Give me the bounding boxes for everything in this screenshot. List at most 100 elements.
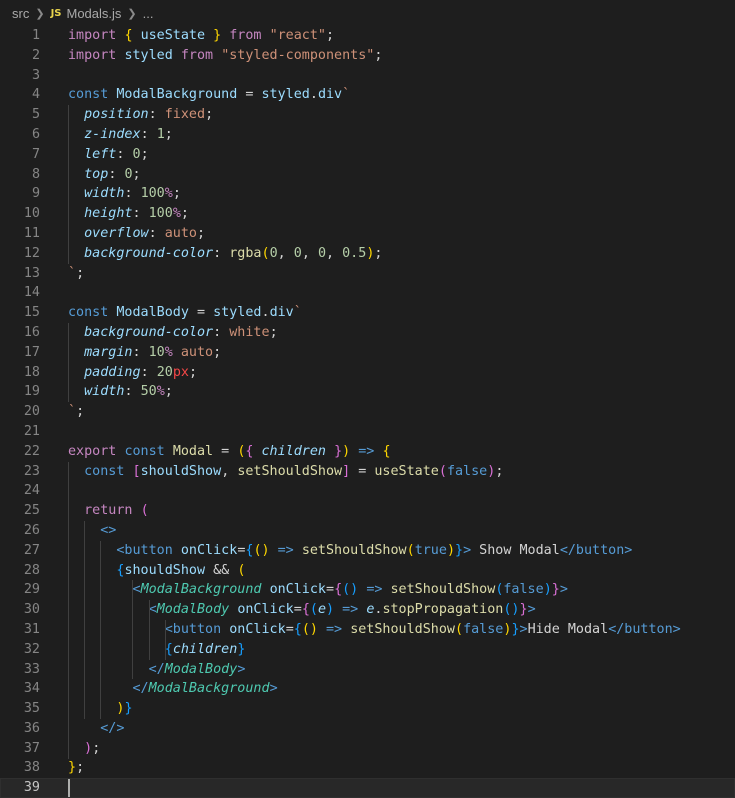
code-line[interactable]: 11 overflow: auto;: [0, 224, 735, 244]
code-line[interactable]: 38};: [0, 758, 735, 778]
code-line[interactable]: 25 return (: [0, 501, 735, 521]
code-token: export: [68, 443, 117, 459]
code-line[interactable]: 18 padding: 20px;: [0, 363, 735, 383]
code-token: ;: [269, 324, 278, 340]
code-line[interactable]: 34 </ModalBackground>: [0, 679, 735, 699]
code-token: Modal: [172, 443, 214, 459]
line-number: 18: [23, 364, 40, 380]
code-text: const [shouldShow, setShouldShow] = useS…: [68, 462, 503, 482]
code-line[interactable]: 1 import { useState } from "react";: [0, 26, 735, 46]
code-token: =: [285, 621, 294, 637]
code-token: 0.5: [342, 245, 367, 261]
code-line[interactable]: 36 </>: [0, 719, 735, 739]
code-line[interactable]: 26 <>: [0, 521, 735, 541]
javascript-file-icon: JS: [50, 7, 62, 19]
code-token: top: [84, 166, 109, 182]
code-line[interactable]: 9 width: 100%;: [0, 184, 735, 204]
code-line[interactable]: 30 <ModalBody onClick={(e) => e.stopProp…: [0, 600, 735, 620]
code-token: setShouldShow: [350, 621, 455, 637]
code-token: shouldShow: [140, 463, 222, 479]
code-line[interactable]: 23 const [shouldShow, setShouldShow] = u…: [0, 462, 735, 482]
code-line[interactable]: 6 z-index: 1;: [0, 125, 735, 145]
indent-guide: [84, 521, 86, 719]
code-token: const: [124, 443, 165, 459]
code-token: :: [148, 107, 165, 123]
code-line[interactable]: 8 top: 0;: [0, 165, 735, 185]
code-line[interactable]: 29 <ModalBackground onClick={() => setSh…: [0, 580, 735, 600]
code-line[interactable]: 14: [0, 283, 735, 303]
code-token: ): [446, 542, 455, 558]
code-token: Show Modal: [471, 542, 560, 558]
code-token: </: [132, 681, 149, 697]
code-token: ): [342, 443, 351, 459]
code-token: ,: [326, 245, 343, 261]
code-token: }: [124, 701, 133, 717]
code-token: height: [84, 206, 133, 222]
line-number: 16: [23, 324, 40, 340]
code-line[interactable]: 17 margin: 10% auto;: [0, 343, 735, 363]
code-line[interactable]: 28 {shouldShow && (: [0, 561, 735, 581]
code-line[interactable]: 32 {children}: [0, 640, 735, 660]
code-line[interactable]: 3: [0, 66, 735, 86]
code-token: `: [68, 404, 77, 420]
code-line[interactable]: 4 const ModalBackground = styled.div`: [0, 85, 735, 105]
code-token: return: [84, 503, 133, 519]
code-token: >: [527, 602, 536, 618]
code-line[interactable]: 21: [0, 422, 735, 442]
code-token: "react": [269, 28, 326, 43]
line-number: 3: [31, 67, 40, 83]
indent-guide: [100, 540, 102, 719]
code-line[interactable]: 37 );: [0, 739, 735, 759]
code-token: (): [342, 582, 359, 598]
code-token: %: [172, 206, 181, 222]
code-line[interactable]: 10 height: 100%;: [0, 204, 735, 224]
line-number: 26: [23, 522, 40, 538]
code-line[interactable]: 19 width: 50%;: [0, 382, 735, 402]
code-line[interactable]: 35 )}: [0, 699, 735, 719]
code-line[interactable]: 20 `;: [0, 402, 735, 422]
code-text: <button onClick={() => setShouldShow(fal…: [68, 620, 681, 640]
code-token: .: [309, 87, 318, 103]
code-token: {: [334, 582, 343, 598]
code-token: }: [511, 621, 520, 637]
code-token: ;: [164, 126, 173, 142]
code-token: :: [124, 384, 141, 400]
code-token: }: [68, 760, 77, 776]
code-line[interactable]: 12 background-color: rgba(0, 0, 0, 0.5);: [0, 244, 735, 264]
code-line[interactable]: 27 <button onClick={() => setShouldShow(…: [0, 541, 735, 561]
indent-guide: [68, 461, 69, 759]
code-text: margin: 10% auto;: [68, 343, 221, 363]
breadcrumb-more[interactable]: ...: [143, 6, 154, 21]
code-token: styled: [261, 87, 310, 103]
code-line[interactable]: 5 position: fixed;: [0, 105, 735, 125]
breadcrumb-folder[interactable]: src: [12, 6, 29, 21]
indent-guide: [132, 580, 134, 680]
code-token: ModalBackground: [140, 582, 262, 598]
code-line[interactable]: 31 <button onClick={() => setShouldShow(…: [0, 620, 735, 640]
line-number: 7: [31, 146, 40, 162]
code-line[interactable]: 7 left: 0;: [0, 145, 735, 165]
code-line[interactable]: 39: [0, 778, 735, 798]
code-line[interactable]: 2 import styled from "styled-components";: [0, 46, 735, 66]
code-token: &&: [205, 562, 238, 578]
code-line[interactable]: 15 const ModalBody = styled.div`: [0, 303, 735, 323]
code-line[interactable]: 24: [0, 481, 735, 501]
code-token: }: [455, 542, 464, 558]
code-token: =: [237, 87, 262, 103]
code-line[interactable]: 22 export const Modal = ({ children }) =>…: [0, 442, 735, 462]
code-line[interactable]: 16 background-color: white;: [0, 323, 735, 343]
code-token: e: [317, 602, 326, 618]
code-line[interactable]: 33 </ModalBody>: [0, 660, 735, 680]
code-token: </>: [100, 720, 125, 736]
code-token: width: [84, 186, 125, 202]
code-line[interactable]: 13 `;: [0, 264, 735, 284]
code-editor[interactable]: 1 import { useState } from "react"; 2 impor…: [0, 26, 735, 798]
breadcrumb-file[interactable]: Modals.js: [67, 6, 122, 21]
